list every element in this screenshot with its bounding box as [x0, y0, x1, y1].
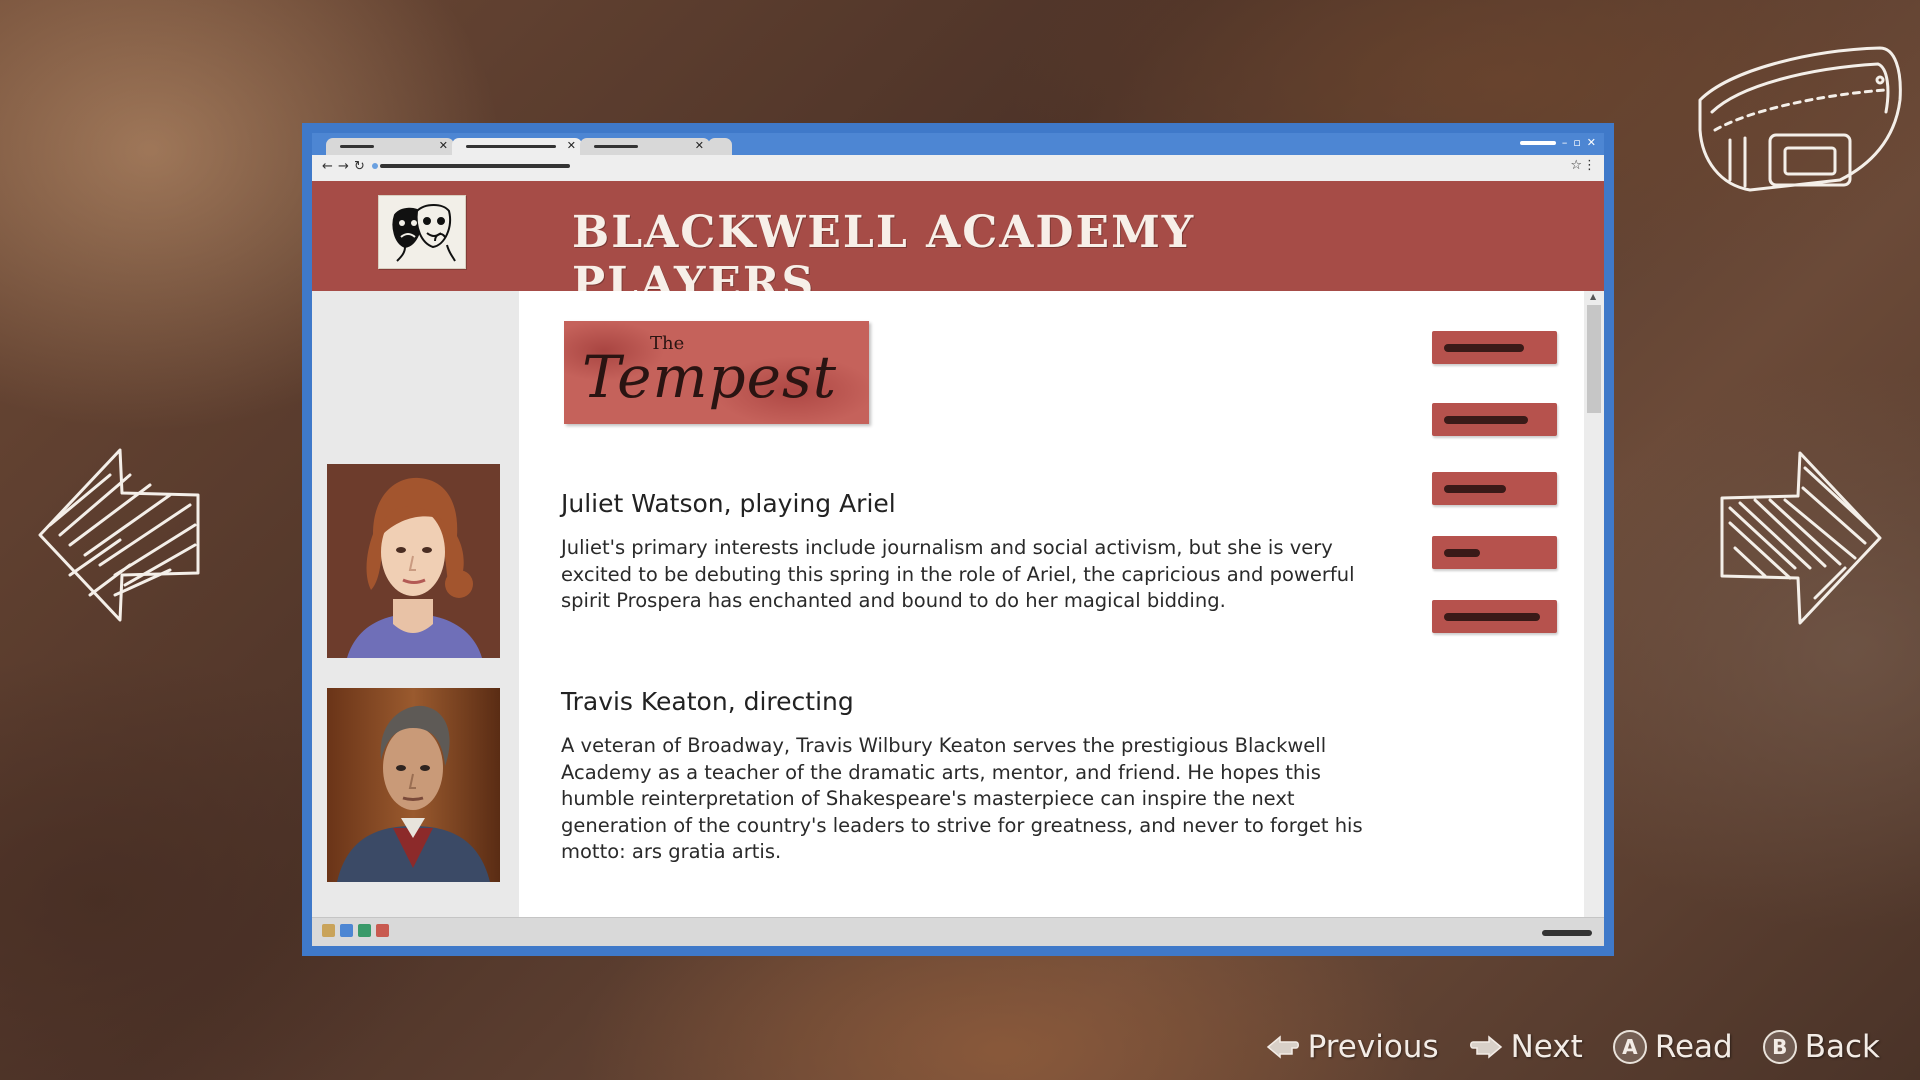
scrollbar[interactable]: ▲ — [1584, 291, 1604, 918]
site-nav-button-3[interactable] — [1432, 472, 1557, 505]
theater-masks-icon — [378, 195, 466, 269]
banner-title: Tempest — [582, 343, 838, 411]
belt-icon — [1698, 46, 1902, 192]
tempest-banner: The Tempest — [564, 321, 869, 424]
b-button-icon: B — [1762, 1030, 1797, 1064]
new-tab-button[interactable] — [708, 138, 732, 155]
site-nav-button-2[interactable] — [1432, 403, 1557, 436]
person-bio: Juliet's primary interests include journ… — [561, 536, 1355, 612]
address-bar: ← → ↻ ☆ ⋮ — [312, 155, 1604, 182]
button-prompts: Previous Next A Read B Back — [1266, 1025, 1880, 1069]
scroll-thumb[interactable] — [1587, 305, 1601, 413]
app-icon[interactable] — [340, 924, 353, 937]
minimize-icon[interactable]: – — [1562, 135, 1568, 151]
next-label: Next — [1510, 1029, 1583, 1065]
site-nav-button-5[interactable] — [1432, 600, 1557, 633]
clock-scribble — [1542, 930, 1592, 936]
back-icon[interactable]: ← — [322, 159, 333, 175]
previous-arrow-icon[interactable] — [30, 445, 205, 625]
browser-window: ✕ ✕ ✕ – ▫ ✕ ← → ↻ ☆ ⋮ BLACKWELL ACADEMY … — [302, 123, 1614, 956]
window-controls: – ▫ ✕ — [1519, 135, 1596, 151]
next-arrow-icon[interactable] — [1715, 448, 1890, 628]
read-prompt[interactable]: A Read — [1612, 1029, 1733, 1065]
person-name: Travis Keaton, directing — [561, 687, 854, 716]
app-icon[interactable] — [376, 924, 389, 937]
close-tab-icon[interactable]: ✕ — [695, 139, 704, 153]
person-bio: A veteran of Broadway, Travis Wilbury Ke… — [561, 734, 1363, 863]
back-prompt[interactable]: B Back — [1762, 1029, 1880, 1065]
scroll-up-icon[interactable]: ▲ — [1590, 292, 1596, 301]
taskbar — [312, 917, 1604, 946]
site-nav-button-1[interactable] — [1432, 331, 1557, 364]
reload-icon[interactable]: ↻ — [354, 159, 365, 175]
person-name: Juliet Watson, playing Ariel — [561, 489, 896, 518]
a-button-icon: A — [1612, 1030, 1647, 1064]
back-label: Back — [1804, 1029, 1880, 1065]
menu-icon[interactable]: ⋮ — [1583, 158, 1596, 173]
tab-bar: ✕ ✕ ✕ – ▫ ✕ — [312, 133, 1604, 155]
forward-icon[interactable]: → — [338, 159, 349, 175]
read-label: Read — [1654, 1029, 1733, 1065]
browser-inner: ✕ ✕ ✕ – ▫ ✕ ← → ↻ ☆ ⋮ BLACKWELL ACADEMY … — [312, 133, 1604, 946]
app-icon[interactable] — [358, 924, 371, 937]
close-window-icon[interactable]: ✕ — [1587, 135, 1596, 151]
travis-portrait — [327, 688, 500, 882]
juliet-portrait — [327, 464, 500, 658]
site-header: BLACKWELL ACADEMY PLAYERS — [312, 181, 1604, 309]
tab-2[interactable]: ✕ — [452, 138, 582, 155]
maximize-icon[interactable]: ▫ — [1573, 135, 1580, 151]
next-prompt[interactable]: Next — [1469, 1029, 1583, 1065]
close-tab-icon[interactable]: ✕ — [439, 139, 448, 153]
folder-icon[interactable] — [322, 924, 335, 937]
site-nav-button-4[interactable] — [1432, 536, 1557, 569]
tab-1[interactable]: ✕ — [326, 138, 454, 155]
secure-icon — [372, 163, 378, 169]
sidebar — [312, 291, 519, 918]
account-scribble — [1519, 141, 1556, 145]
bookmark-star-icon[interactable]: ☆ — [1570, 158, 1582, 173]
tab-3[interactable]: ✕ — [580, 138, 710, 155]
right-hand-icon — [1469, 1035, 1502, 1059]
previous-label: Previous — [1307, 1029, 1439, 1065]
page-content: The Tempest Juliet Watson, playing Ariel… — [519, 291, 1584, 918]
left-hand-icon — [1266, 1035, 1299, 1059]
url-field[interactable] — [380, 164, 570, 168]
previous-prompt[interactable]: Previous — [1266, 1029, 1439, 1065]
close-tab-icon[interactable]: ✕ — [567, 139, 576, 153]
